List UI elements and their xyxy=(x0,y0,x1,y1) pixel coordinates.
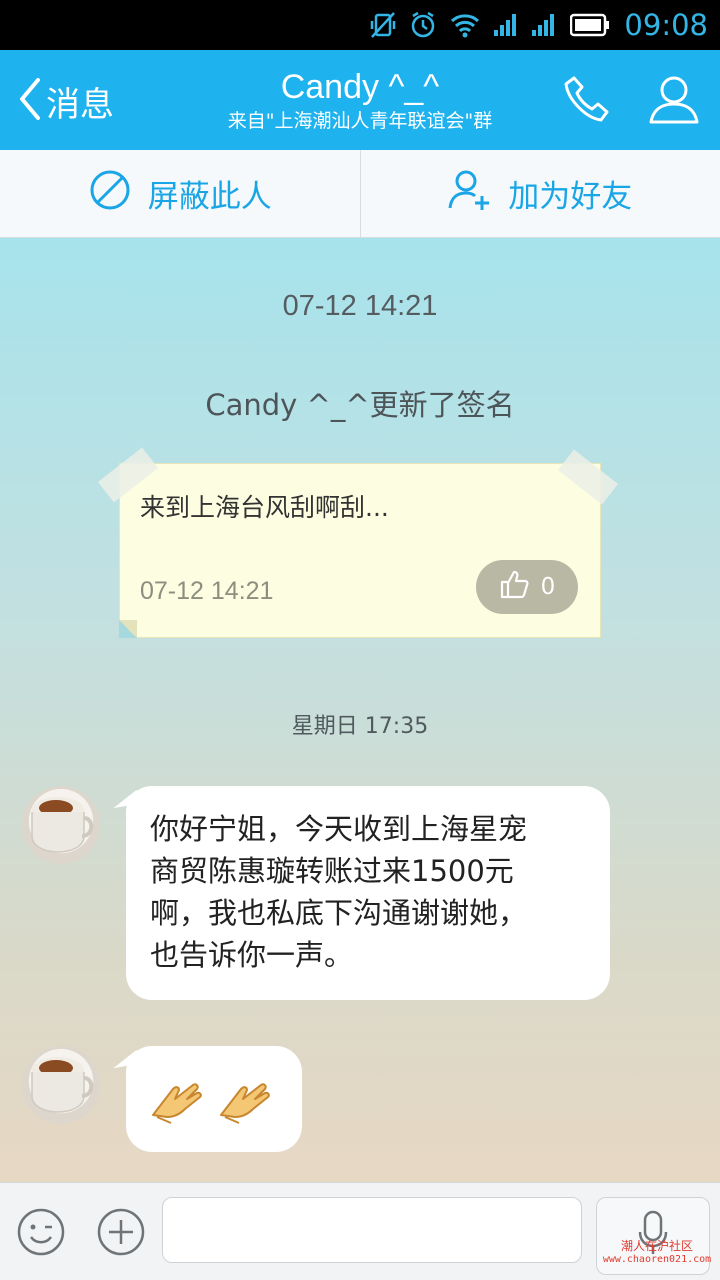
page-subtitle: 来自"上海潮汕人青年联谊会"群 xyxy=(227,110,493,132)
message-bubble[interactable]: 你好宁姐，今天收到上海星宠 商贸陈惠璇转账过来1500元 啊，我也私底下沟通谢谢… xyxy=(126,786,610,1000)
profile-button[interactable] xyxy=(648,74,700,128)
block-label: 屏蔽此人 xyxy=(147,179,272,215)
signature-notice: Candy ^_^更新了签名 xyxy=(205,388,515,422)
fist-clap-emoji-icon xyxy=(217,1069,279,1129)
more-button[interactable] xyxy=(96,1207,146,1261)
vibrate-off-icon xyxy=(370,11,396,39)
thumbs-up-icon xyxy=(499,569,529,605)
avatar[interactable] xyxy=(22,786,100,864)
watermark: 潮人在沪社区 www.chaoren021.com xyxy=(598,1240,716,1266)
plus-icon xyxy=(97,1208,145,1256)
message-line: 你好宁姐，今天收到上海星宠 xyxy=(150,812,528,846)
avatar[interactable] xyxy=(22,1046,100,1124)
message-bubble[interactable] xyxy=(126,1046,302,1152)
smiley-icon xyxy=(17,1208,65,1256)
add-friend-label: 加为好友 xyxy=(508,179,633,215)
clock: 09:08 xyxy=(624,8,708,42)
block-button[interactable]: 屏蔽此人 xyxy=(0,150,360,237)
like-button[interactable]: 0 xyxy=(476,560,578,614)
timestamp: 星期日 17:35 xyxy=(291,714,429,739)
status-bar: 09:08 xyxy=(0,0,720,50)
message-line: 啊，我也私底下沟通谢谢她， xyxy=(150,896,528,930)
call-button[interactable] xyxy=(562,74,612,128)
user-icon xyxy=(649,76,699,124)
emoji-button[interactable] xyxy=(16,1207,66,1261)
message-line: 也告诉你一声。 xyxy=(150,938,354,972)
watermark-line: 潮人在沪社区 xyxy=(620,1239,693,1253)
add-user-icon xyxy=(448,168,492,220)
watermark-url: www.chaoren021.com xyxy=(602,1254,712,1265)
fist-clap-emoji-icon xyxy=(149,1069,211,1129)
add-friend-button[interactable]: 加为好友 xyxy=(359,150,720,237)
title-bar: 消息 Candy ^_^ 来自"上海潮汕人青年联谊会"群 xyxy=(0,50,720,150)
timestamp: 07-12 14:21 xyxy=(282,290,438,322)
page-title: Candy ^_^ xyxy=(280,68,440,106)
block-icon xyxy=(88,168,132,220)
chat-area[interactable]: 07-12 14:21 Candy ^_^更新了签名 来到上海台风刮啊刮... … xyxy=(0,238,720,1182)
wifi-icon xyxy=(450,12,480,38)
title-block: Candy ^_^ 来自"上海潮汕人青年联谊会"群 xyxy=(160,66,560,134)
signature-text: 来到上海台风刮啊刮... xyxy=(140,493,389,522)
phone-icon xyxy=(564,76,609,122)
like-count: 0 xyxy=(540,574,556,600)
battery-icon xyxy=(570,13,610,37)
back-button[interactable]: 消息 xyxy=(18,76,114,126)
tape-decoration xyxy=(557,449,619,505)
signature-time: 07-12 14:21 xyxy=(140,577,274,605)
message-input[interactable] xyxy=(162,1197,582,1263)
chevron-left-icon xyxy=(18,76,42,126)
message-line: 商贸陈惠璇转账过来1500元 xyxy=(150,854,514,888)
alarm-icon xyxy=(410,11,436,39)
action-bar: 屏蔽此人 加为好友 xyxy=(0,150,720,238)
signal-icon-2 xyxy=(532,14,556,36)
signal-icon xyxy=(494,14,518,36)
signature-card[interactable]: 来到上海台风刮啊刮... 07-12 14:21 0 xyxy=(97,447,619,638)
back-label: 消息 xyxy=(46,84,114,125)
